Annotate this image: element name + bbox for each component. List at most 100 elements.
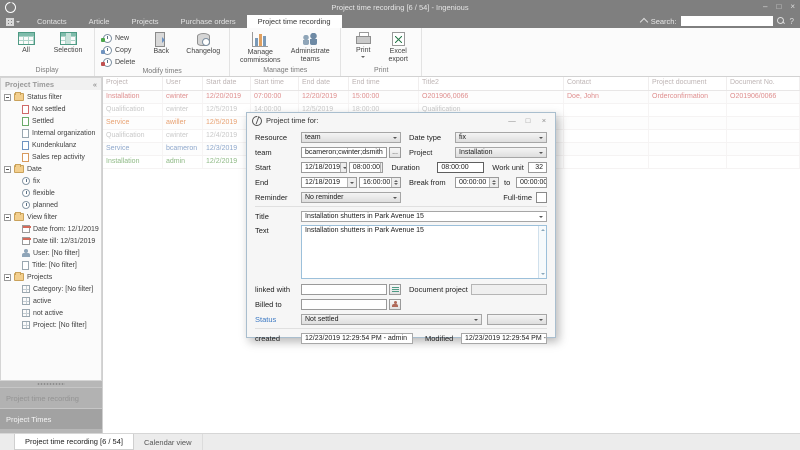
reminder-select[interactable]: No reminder xyxy=(301,192,401,203)
collapse-ribbon-icon[interactable] xyxy=(639,18,647,26)
view-tab-calendar-view[interactable]: Calendar view xyxy=(134,434,203,450)
tree-item[interactable]: planned xyxy=(1,199,101,211)
tree-folder[interactable]: View filter xyxy=(1,211,101,223)
end-date-input[interactable]: 12/18/2019 xyxy=(301,177,357,188)
tab-contacts[interactable]: Contacts xyxy=(26,15,78,28)
new-button[interactable]: New xyxy=(100,32,138,44)
spinner-icon[interactable] xyxy=(489,178,498,187)
title-combo[interactable]: Installation shutters in Park Avenue 15 xyxy=(301,211,547,222)
print-button[interactable]: Print xyxy=(346,31,380,60)
fulltime-checkbox[interactable] xyxy=(536,192,547,203)
tree-item[interactable]: Date till: 12/31/2019 xyxy=(1,235,101,247)
text-textarea[interactable]: Installation shutters in Park Avenue 15 xyxy=(301,225,547,279)
break-to-input[interactable]: 00:00:00 xyxy=(516,177,547,188)
resource-label: Resource xyxy=(255,133,301,142)
excel-export-button[interactable]: Excel export xyxy=(380,31,416,64)
tree-folder[interactable]: Status filter xyxy=(1,91,101,103)
break-from-input[interactable]: 00:00:00 xyxy=(455,177,499,188)
administrate-teams-button[interactable]: Administrate teams xyxy=(285,31,335,64)
expander-icon[interactable] xyxy=(4,214,11,221)
search-options-icon[interactable] xyxy=(777,17,786,26)
sidebar-collapse-icon[interactable]: « xyxy=(93,80,97,89)
app-menu-icon[interactable] xyxy=(6,16,22,27)
dialog-maximize-button[interactable]: □ xyxy=(522,113,534,128)
workunit-input[interactable]: 32 xyxy=(528,162,547,173)
all-button[interactable]: All xyxy=(5,31,47,55)
column-header[interactable]: Document No. xyxy=(727,77,800,90)
column-header[interactable]: Start time xyxy=(251,77,299,90)
start-time-input[interactable]: 08:00:00 xyxy=(349,162,384,173)
tab-projects[interactable]: Projects xyxy=(120,15,169,28)
printer-icon xyxy=(356,32,371,45)
table-cell: cwinter xyxy=(163,91,203,103)
column-header[interactable]: Project document xyxy=(649,77,727,90)
column-header[interactable]: Start date xyxy=(203,77,251,90)
manage-commissions-button[interactable]: Manage commissions xyxy=(235,31,285,65)
tree-folder[interactable]: Date xyxy=(1,163,101,175)
linked-with-input[interactable] xyxy=(301,284,387,295)
back-button[interactable]: Back xyxy=(140,31,182,56)
tree-item[interactable]: fix xyxy=(1,175,101,187)
resource-select[interactable]: team xyxy=(301,132,401,143)
spinner-icon[interactable] xyxy=(391,178,400,187)
team-browse-button[interactable]: ... xyxy=(389,147,401,158)
tree-item[interactable]: User: [No filter] xyxy=(1,247,101,259)
tree-item[interactable]: Settled xyxy=(1,115,101,127)
tree-item[interactable]: Internal organization xyxy=(1,127,101,139)
tree-item[interactable]: Category: [No filter] xyxy=(1,283,101,295)
minimize-button[interactable]: – xyxy=(763,0,767,14)
tab-project-time-recording[interactable]: Project time recording xyxy=(247,15,342,28)
selection-button[interactable]: Selection xyxy=(47,31,89,55)
duration-input[interactable]: 08:00:00 xyxy=(437,162,483,173)
delete-button[interactable]: Delete xyxy=(100,56,138,68)
project-select[interactable]: Installation xyxy=(455,147,547,158)
maximize-button[interactable]: □ xyxy=(776,0,781,14)
nav-panel-project-times[interactable]: Project Times xyxy=(0,408,102,429)
end-time-input[interactable]: 16:00:00 xyxy=(359,177,401,188)
tree-folder[interactable]: Projects xyxy=(1,271,101,283)
datetype-select[interactable]: fix xyxy=(455,132,547,143)
spinner-icon[interactable] xyxy=(380,163,383,172)
status-extra-select[interactable] xyxy=(487,314,547,325)
linked-with-browse-button[interactable] xyxy=(389,284,401,295)
dialog-close-button[interactable]: × xyxy=(538,113,550,128)
tab-article[interactable]: Article xyxy=(78,15,121,28)
chevron-down-icon[interactable] xyxy=(340,163,347,172)
billed-to-browse-button[interactable] xyxy=(389,299,401,310)
column-header[interactable]: Project xyxy=(103,77,163,90)
tree-item[interactable]: flexible xyxy=(1,187,101,199)
column-header[interactable]: Title2 xyxy=(419,77,564,90)
tree-item[interactable]: Not settled xyxy=(1,103,101,115)
changelog-button[interactable]: Changelog xyxy=(182,31,224,56)
start-date-input[interactable]: 12/18/2019 xyxy=(301,162,347,173)
expander-icon[interactable] xyxy=(4,94,11,101)
view-tab-project-time-recording[interactable]: Project time recording [6 / 54] xyxy=(14,434,134,450)
expander-icon[interactable] xyxy=(4,274,11,281)
scrollbar[interactable] xyxy=(538,226,546,278)
billed-to-input[interactable] xyxy=(301,299,387,310)
column-header[interactable]: User xyxy=(163,77,203,90)
nav-panel-project-time-recording[interactable]: Project time recording xyxy=(0,387,102,408)
status-select[interactable]: Not settled xyxy=(301,314,482,325)
tree-item[interactable]: Sales rep activity xyxy=(1,151,101,163)
chevron-down-icon[interactable] xyxy=(347,178,356,187)
close-button[interactable]: × xyxy=(790,0,795,14)
tree-item[interactable]: Date from: 12/1/2019 xyxy=(1,223,101,235)
copy-button[interactable]: Copy xyxy=(100,44,138,56)
tree-item[interactable]: Kundenkulanz xyxy=(1,139,101,151)
column-header[interactable]: End date xyxy=(299,77,349,90)
table-row[interactable]: Installationcwinter12/20/201907:00:0012/… xyxy=(103,91,800,104)
expander-icon[interactable] xyxy=(4,166,11,173)
help-icon[interactable]: ? xyxy=(790,17,794,26)
tree-item[interactable]: not active xyxy=(1,307,101,319)
tree-item[interactable]: active xyxy=(1,295,101,307)
search-input[interactable] xyxy=(681,16,773,26)
column-header[interactable]: End time xyxy=(349,77,419,90)
dialog-minimize-button[interactable]: — xyxy=(506,113,518,128)
column-header[interactable]: Contact xyxy=(564,77,649,90)
tree-item[interactable]: Project: [No filter] xyxy=(1,319,101,331)
table-cell: Qualification xyxy=(103,130,163,142)
tree-item[interactable]: Title: [No filter] xyxy=(1,259,101,271)
team-input[interactable]: bcameron;cwinter;dsmith xyxy=(301,147,387,158)
tab-purchase-orders[interactable]: Purchase orders xyxy=(170,15,247,28)
